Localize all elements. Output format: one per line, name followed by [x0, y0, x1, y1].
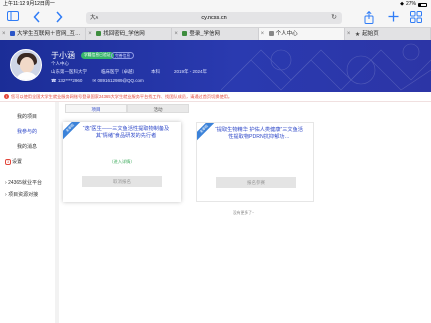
- close-icon[interactable]: ×: [88, 28, 92, 40]
- new-tab-icon[interactable]: [388, 11, 399, 26]
- phone-icon: ☎: [51, 78, 57, 83]
- school: 山东第一医科大学: [51, 69, 87, 74]
- mail-icon: ✉: [92, 78, 97, 83]
- reload-icon[interactable]: ↻: [331, 12, 337, 24]
- tab-activities[interactable]: 活动: [127, 104, 189, 113]
- major: 临床医学（卓越）: [101, 69, 137, 74]
- info-icon: !: [4, 94, 9, 99]
- favicon-icon: [268, 30, 274, 36]
- browser-toolbar: 大ᴀ cy.ncss.cn ↻: [0, 9, 431, 27]
- battery-icon: [418, 2, 427, 7]
- sidebar-item-my-projects[interactable]: 我的项目: [17, 113, 37, 120]
- close-icon[interactable]: ×: [174, 28, 178, 40]
- notice-banner: ! 您可以使用全国大学生就业服务网账号登录国家24365大学生就业服务平台找工作、…: [0, 92, 431, 102]
- tab-projects[interactable]: 项目: [65, 104, 127, 113]
- edit-profile-button[interactable]: 完善信息: [111, 52, 135, 59]
- close-icon[interactable]: ×: [261, 28, 265, 40]
- years: 2019年 - 2024年: [174, 69, 208, 74]
- degree: 本科: [151, 69, 160, 74]
- project-title[interactable]: “提取生物精华 护佑人类健康”三文鱼活性提取物PDRN抗抑郁功…: [213, 127, 305, 141]
- tab-overview-icon[interactable]: [410, 11, 422, 27]
- favicon-icon: [182, 30, 188, 36]
- main-content: 项目 活动 未审核 “逸”医生——三文鱼活性提取物制备及其“情绪”食品研发的先行…: [59, 102, 431, 323]
- sidebar-link-24365[interactable]: › 24365就业平台: [5, 179, 42, 186]
- sidebar-link-resources[interactable]: › 项目资源对接: [5, 191, 38, 198]
- sidebar: 我的项目 我参与的 我的消息 3 设置 › 24365就业平台 › 项目资源对接: [0, 102, 55, 323]
- cancel-registration-button[interactable]: 取消报名: [82, 176, 162, 187]
- user-name: 于小涵: [51, 51, 75, 60]
- tab-4-active[interactable]: × 个人中心: [258, 28, 345, 40]
- favicon-icon: [96, 30, 102, 36]
- share-icon[interactable]: [364, 10, 374, 28]
- user-type: 个人中心: [51, 61, 69, 66]
- phone-field: ☎ 132****2960: [51, 78, 83, 83]
- email-field: ✉ 0891612989@QQ.com: [92, 78, 144, 83]
- verified-badge: 学籍信息已验证: [81, 52, 114, 59]
- status-right: ◆ 27%: [400, 0, 427, 9]
- url-host: cy.ncss.cn: [201, 15, 227, 21]
- wifi-icon: ◆: [400, 1, 404, 7]
- tab-1[interactable]: × 大学生互联网＋官网_互…: [0, 28, 87, 40]
- education-info: 山东第一医科大学 临床医学（卓越） 本科 2019年 - 2024年: [51, 69, 207, 75]
- content-tabs: 项目 活动: [65, 104, 189, 113]
- sidebar-item-participated[interactable]: 我参与的: [17, 128, 37, 135]
- tab-5[interactable]: × ★ 起始页: [345, 28, 431, 40]
- chevron-right-icon: ›: [5, 180, 7, 186]
- chevron-right-icon: ›: [5, 192, 7, 198]
- project-card[interactable]: 未审核 “提取生物精华 护佑人类健康”三文鱼活性提取物PDRN抗抑郁功… 报名参…: [196, 122, 314, 202]
- profile-header: 于小涵 学籍信息已验证 完善信息 个人中心 山东第一医科大学 临床医学（卓越） …: [0, 40, 431, 92]
- tab-bar: × 大学生互联网＋官网_互… × 找回密码_学信网 × 登录_学信网 × 个人中心 × ★…: [0, 27, 431, 40]
- favicon-icon: [10, 30, 15, 36]
- avatar[interactable]: [10, 49, 42, 81]
- sidebar-item-settings[interactable]: 3 设置: [5, 158, 22, 165]
- tab-3[interactable]: × 登录_学信网: [172, 28, 259, 40]
- close-icon[interactable]: ×: [347, 28, 351, 40]
- star-icon: ★: [354, 31, 361, 38]
- forward-icon[interactable]: [55, 11, 63, 27]
- settings-count-badge: 3: [5, 158, 11, 165]
- app-window: 上午11:12 9月12日周一 ◆ 27% 大ᴀ cy.ncss.cn ↻ × …: [0, 0, 431, 323]
- status-time: 上午11:12 9月12日周一: [3, 1, 55, 7]
- close-icon[interactable]: ×: [2, 28, 6, 40]
- header-pattern: [221, 43, 431, 91]
- battery-percent: 27%: [405, 1, 416, 7]
- project-title[interactable]: “逸”医生——三文鱼活性提取物制备及其“情绪”食品研发的先行者: [79, 126, 173, 140]
- address-bar[interactable]: 大ᴀ cy.ncss.cn ↻: [86, 12, 342, 24]
- project-detail-link[interactable]: （进入详情）: [63, 159, 181, 165]
- back-icon[interactable]: [33, 11, 41, 27]
- sidebar-toggle-icon[interactable]: [7, 11, 19, 25]
- contact-info: ☎ 132****2960 ✉ 0891612989@QQ.com: [51, 78, 144, 84]
- sidebar-item-messages[interactable]: 我的消息: [17, 143, 37, 150]
- project-card[interactable]: 未审核 “逸”医生——三文鱼活性提取物制备及其“情绪”食品研发的先行者 （进入详…: [63, 122, 181, 202]
- no-more-text: 没有更多了~: [233, 211, 255, 215]
- register-button[interactable]: 报名参赛: [216, 177, 296, 188]
- status-bar: 上午11:12 9月12日周一 ◆ 27%: [0, 0, 431, 9]
- tab-2[interactable]: × 找回密码_学信网: [86, 28, 173, 40]
